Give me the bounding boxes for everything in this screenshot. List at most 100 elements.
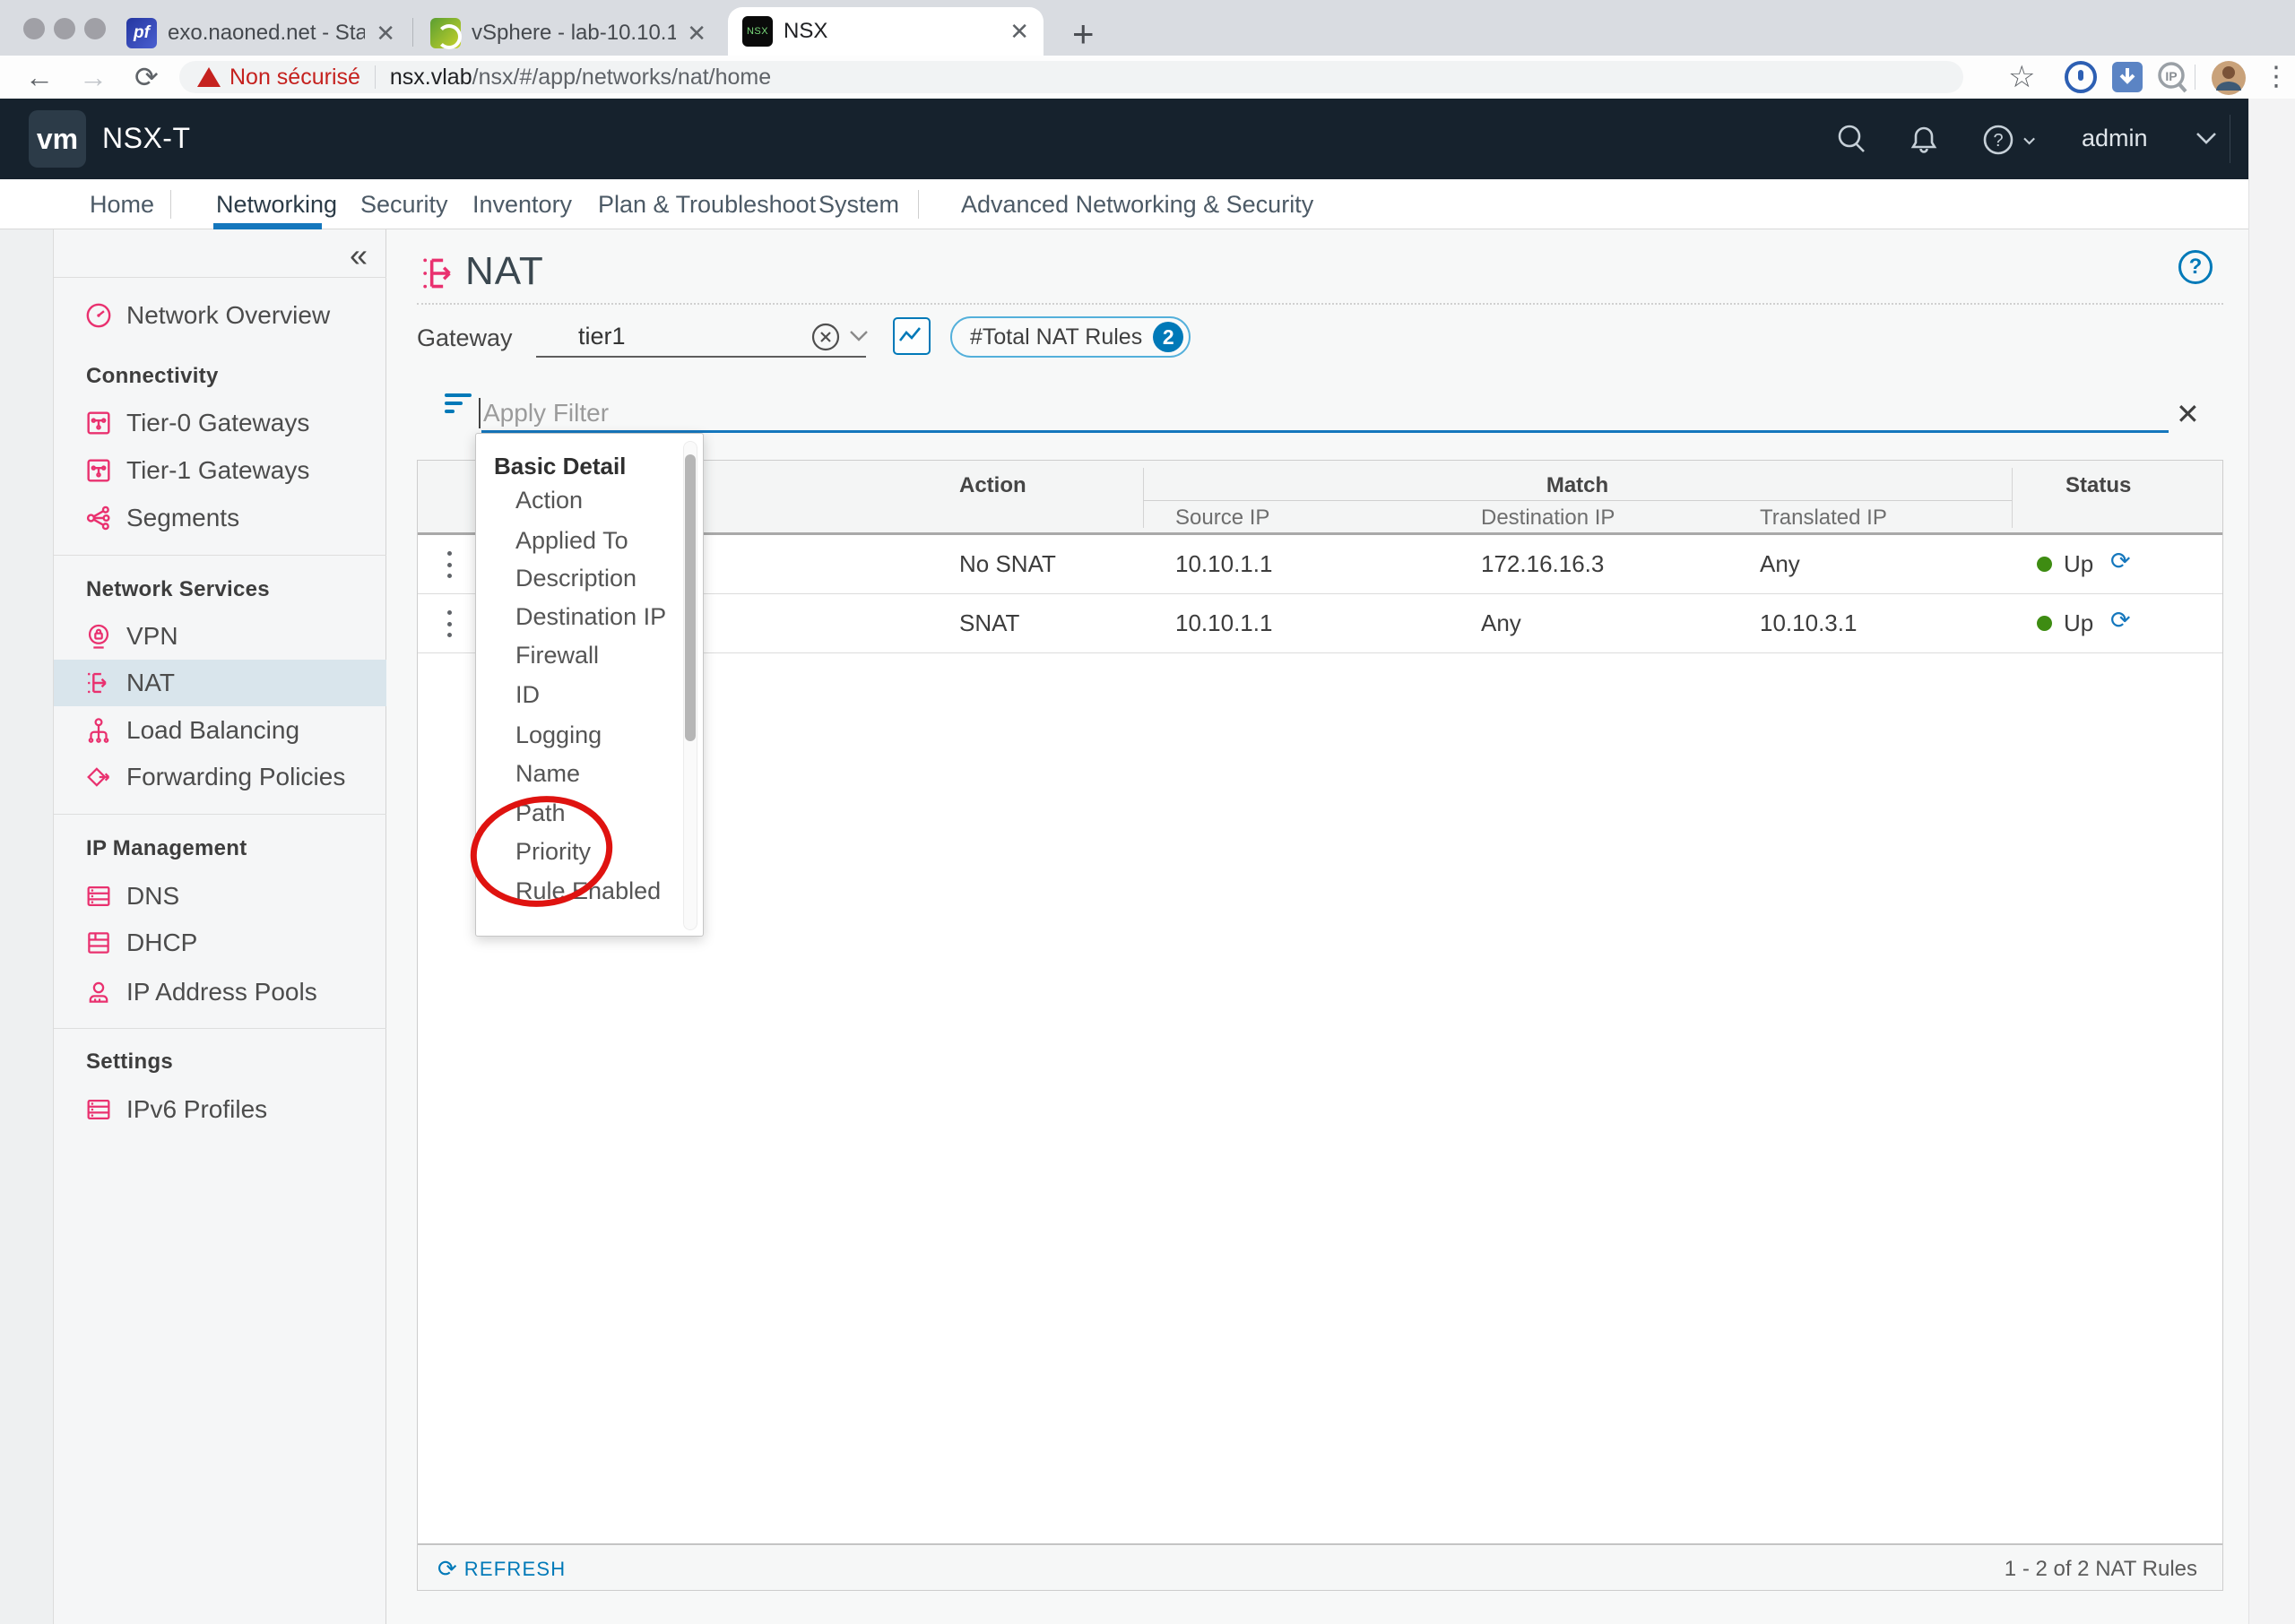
sidebar-section-ip-management: IP Management	[86, 836, 247, 861]
tab-title: vSphere - lab-10.10.1.1 - Summar	[472, 21, 676, 46]
dropdown-item-description[interactable]: Description	[515, 565, 637, 592]
nav-security[interactable]: Security	[360, 191, 448, 219]
dropdown-item-applied-to[interactable]: Applied To	[515, 527, 628, 555]
dropdown-item-action[interactable]: Action	[515, 487, 583, 514]
vsphere-favicon	[430, 18, 461, 48]
col-translated-ip: Translated IP	[1760, 505, 1887, 531]
nsx-app-header: vm NSX-T ? admin	[0, 99, 2248, 179]
nav-system[interactable]: System	[818, 191, 899, 219]
sidebar-item-load-balancing[interactable]: Load Balancing	[54, 707, 387, 754]
nav-advanced[interactable]: Advanced Networking & Security	[961, 191, 1313, 219]
scrollbar-thumb[interactable]	[685, 454, 696, 741]
sidebar-item-nat[interactable]: NAT	[54, 660, 387, 706]
traffic-light-minimize[interactable]	[54, 18, 75, 39]
browser-tab-2[interactable]: vSphere - lab-10.10.1.1 - Summar ✕	[416, 11, 721, 56]
security-warning-text[interactable]: Non sécurisé	[230, 65, 360, 91]
dropdown-item-destination-ip[interactable]: Destination IP	[515, 603, 666, 631]
tab-close-icon[interactable]: ✕	[687, 22, 706, 45]
sidebar-section-network-services: Network Services	[86, 577, 270, 602]
sidebar-item-segments[interactable]: Segments	[54, 495, 387, 541]
sidebar-item-ip-address-pools[interactable]: IP Address Pools	[54, 969, 387, 1015]
reload-icon[interactable]: ⟳	[134, 59, 159, 95]
clear-gateway-icon[interactable]	[810, 321, 842, 353]
user-menu-chevron-icon[interactable]	[2195, 131, 2218, 145]
sidebar-item-label: Network Overview	[126, 301, 330, 330]
pagination-range: 1 - 2 of 2 NAT Rules	[2005, 1557, 2197, 1582]
dropdown-item-priority[interactable]: Priority	[515, 838, 591, 866]
sidebar-collapse-icon[interactable]: «	[350, 237, 368, 274]
back-icon[interactable]: ←	[25, 59, 54, 95]
total-nat-rules-chip[interactable]: #Total NAT Rules 2	[950, 316, 1191, 358]
bookmark-star-icon[interactable]: ☆	[2008, 59, 2035, 95]
dropdown-item-firewall[interactable]: Firewall	[515, 642, 599, 669]
sidebar-item-label: DHCP	[126, 929, 197, 957]
sidebar-item-forwarding-policies[interactable]: Forwarding Policies	[54, 754, 387, 800]
new-tab-button[interactable]: +	[1072, 13, 1095, 56]
tab-close-icon[interactable]: ✕	[376, 22, 395, 45]
forward-icon[interactable]: →	[79, 59, 108, 95]
download-extension-icon[interactable]	[2110, 60, 2144, 94]
divider	[54, 277, 387, 278]
search-icon[interactable]	[1834, 122, 1870, 158]
dropdown-item-logging[interactable]: Logging	[515, 721, 602, 749]
security-warning-icon	[197, 67, 221, 87]
notifications-bell-icon[interactable]	[1906, 122, 1942, 158]
refresh-button[interactable]: ⟳ REFRESH	[437, 1555, 566, 1583]
sidebar-item-ipv6-profiles[interactable]: IPv6 Profiles	[54, 1086, 387, 1133]
dropdown-scrollbar[interactable]	[683, 441, 697, 930]
apply-filter-input[interactable]	[481, 395, 1109, 431]
sidebar-item-dns[interactable]: DNS	[54, 873, 387, 920]
text-caret	[479, 398, 481, 428]
sidebar-item-network-overview[interactable]: Network Overview	[54, 292, 387, 339]
row-menu-icon[interactable]	[436, 607, 463, 641]
traffic-light-close[interactable]	[23, 18, 45, 39]
dropdown-item-rule-enabled[interactable]: Rule Enabled	[515, 877, 661, 905]
address-bar[interactable]: Non sécurisé nsx.vlab/nsx/#/app/networks…	[179, 61, 1963, 93]
sidebar-item-label: Segments	[126, 504, 239, 532]
match-group-underline	[1143, 500, 2012, 501]
sidebar-item-tier0-gateways[interactable]: Tier-0 Gateways	[54, 400, 387, 446]
user-menu[interactable]: admin	[2082, 125, 2148, 152]
cell-translated-ip: 10.10.3.1	[1760, 609, 1857, 637]
tab-close-icon[interactable]: ✕	[1009, 20, 1029, 43]
segments-icon	[83, 503, 114, 533]
row-menu-icon[interactable]	[436, 548, 463, 582]
password-extension-icon[interactable]	[2064, 60, 2098, 94]
browser-avatar[interactable]	[2211, 60, 2247, 96]
filter-close-icon[interactable]: ✕	[2176, 400, 2200, 428]
browser-tab-active-nsx[interactable]: NSX NSX ✕	[728, 7, 1044, 56]
sidebar-item-dhcp[interactable]: DHCP	[54, 920, 387, 966]
sidebar-section-connectivity: Connectivity	[86, 364, 219, 389]
nav-separator	[170, 190, 171, 219]
scrollbar-gutter[interactable]	[2248, 99, 2295, 1624]
browser-toolbar: ← → ⟳ Non sécurisé nsx.vlab/nsx/#/app/ne…	[0, 56, 2295, 99]
filter-underline	[481, 430, 2169, 433]
gateway-select[interactable]: tier1	[536, 316, 866, 358]
browser-tab-1[interactable]: pf exo.naoned.net - Status: Dashbo ✕	[112, 11, 410, 56]
dropdown-item-name[interactable]: Name	[515, 760, 580, 788]
sidebar-item-vpn[interactable]: VPN	[54, 613, 387, 660]
dropdown-item-id[interactable]: ID	[515, 681, 540, 709]
nav-inventory[interactable]: Inventory	[472, 191, 572, 219]
col-status: Status	[2066, 473, 2131, 498]
sidebar-item-tier1-gateways[interactable]: Tier-1 Gateways	[54, 447, 387, 494]
help-menu-icon[interactable]: ?	[1981, 122, 2037, 158]
dropdown-item-path[interactable]: Path	[515, 799, 566, 827]
nav-plan-troubleshoot[interactable]: Plan & Troubleshoot	[598, 191, 816, 219]
browser-tabstrip: pf exo.naoned.net - Status: Dashbo ✕ vSp…	[0, 0, 2295, 56]
row-refresh-icon[interactable]: ⟳	[2110, 548, 2131, 575]
ipv6-profiles-icon	[83, 1094, 114, 1125]
cell-translated-ip: Any	[1760, 550, 1800, 578]
nav-home[interactable]: Home	[90, 191, 154, 219]
forwarding-policies-icon	[83, 762, 114, 792]
row-refresh-icon[interactable]: ⟳	[2110, 607, 2131, 635]
nav-networking[interactable]: Networking	[216, 191, 337, 219]
ip-lookup-extension-icon[interactable]: IP	[2155, 60, 2191, 96]
stats-chart-button[interactable]	[893, 317, 931, 355]
gateway-chevron-icon[interactable]	[848, 329, 870, 343]
url-path: /nsx/#/app/networks/nat/home	[472, 65, 772, 91]
page-help-icon[interactable]: ?	[2178, 250, 2213, 284]
traffic-light-zoom[interactable]	[84, 18, 106, 39]
browser-menu-icon[interactable]: ⋮	[2263, 59, 2290, 95]
sidebar-item-label: VPN	[126, 622, 178, 651]
